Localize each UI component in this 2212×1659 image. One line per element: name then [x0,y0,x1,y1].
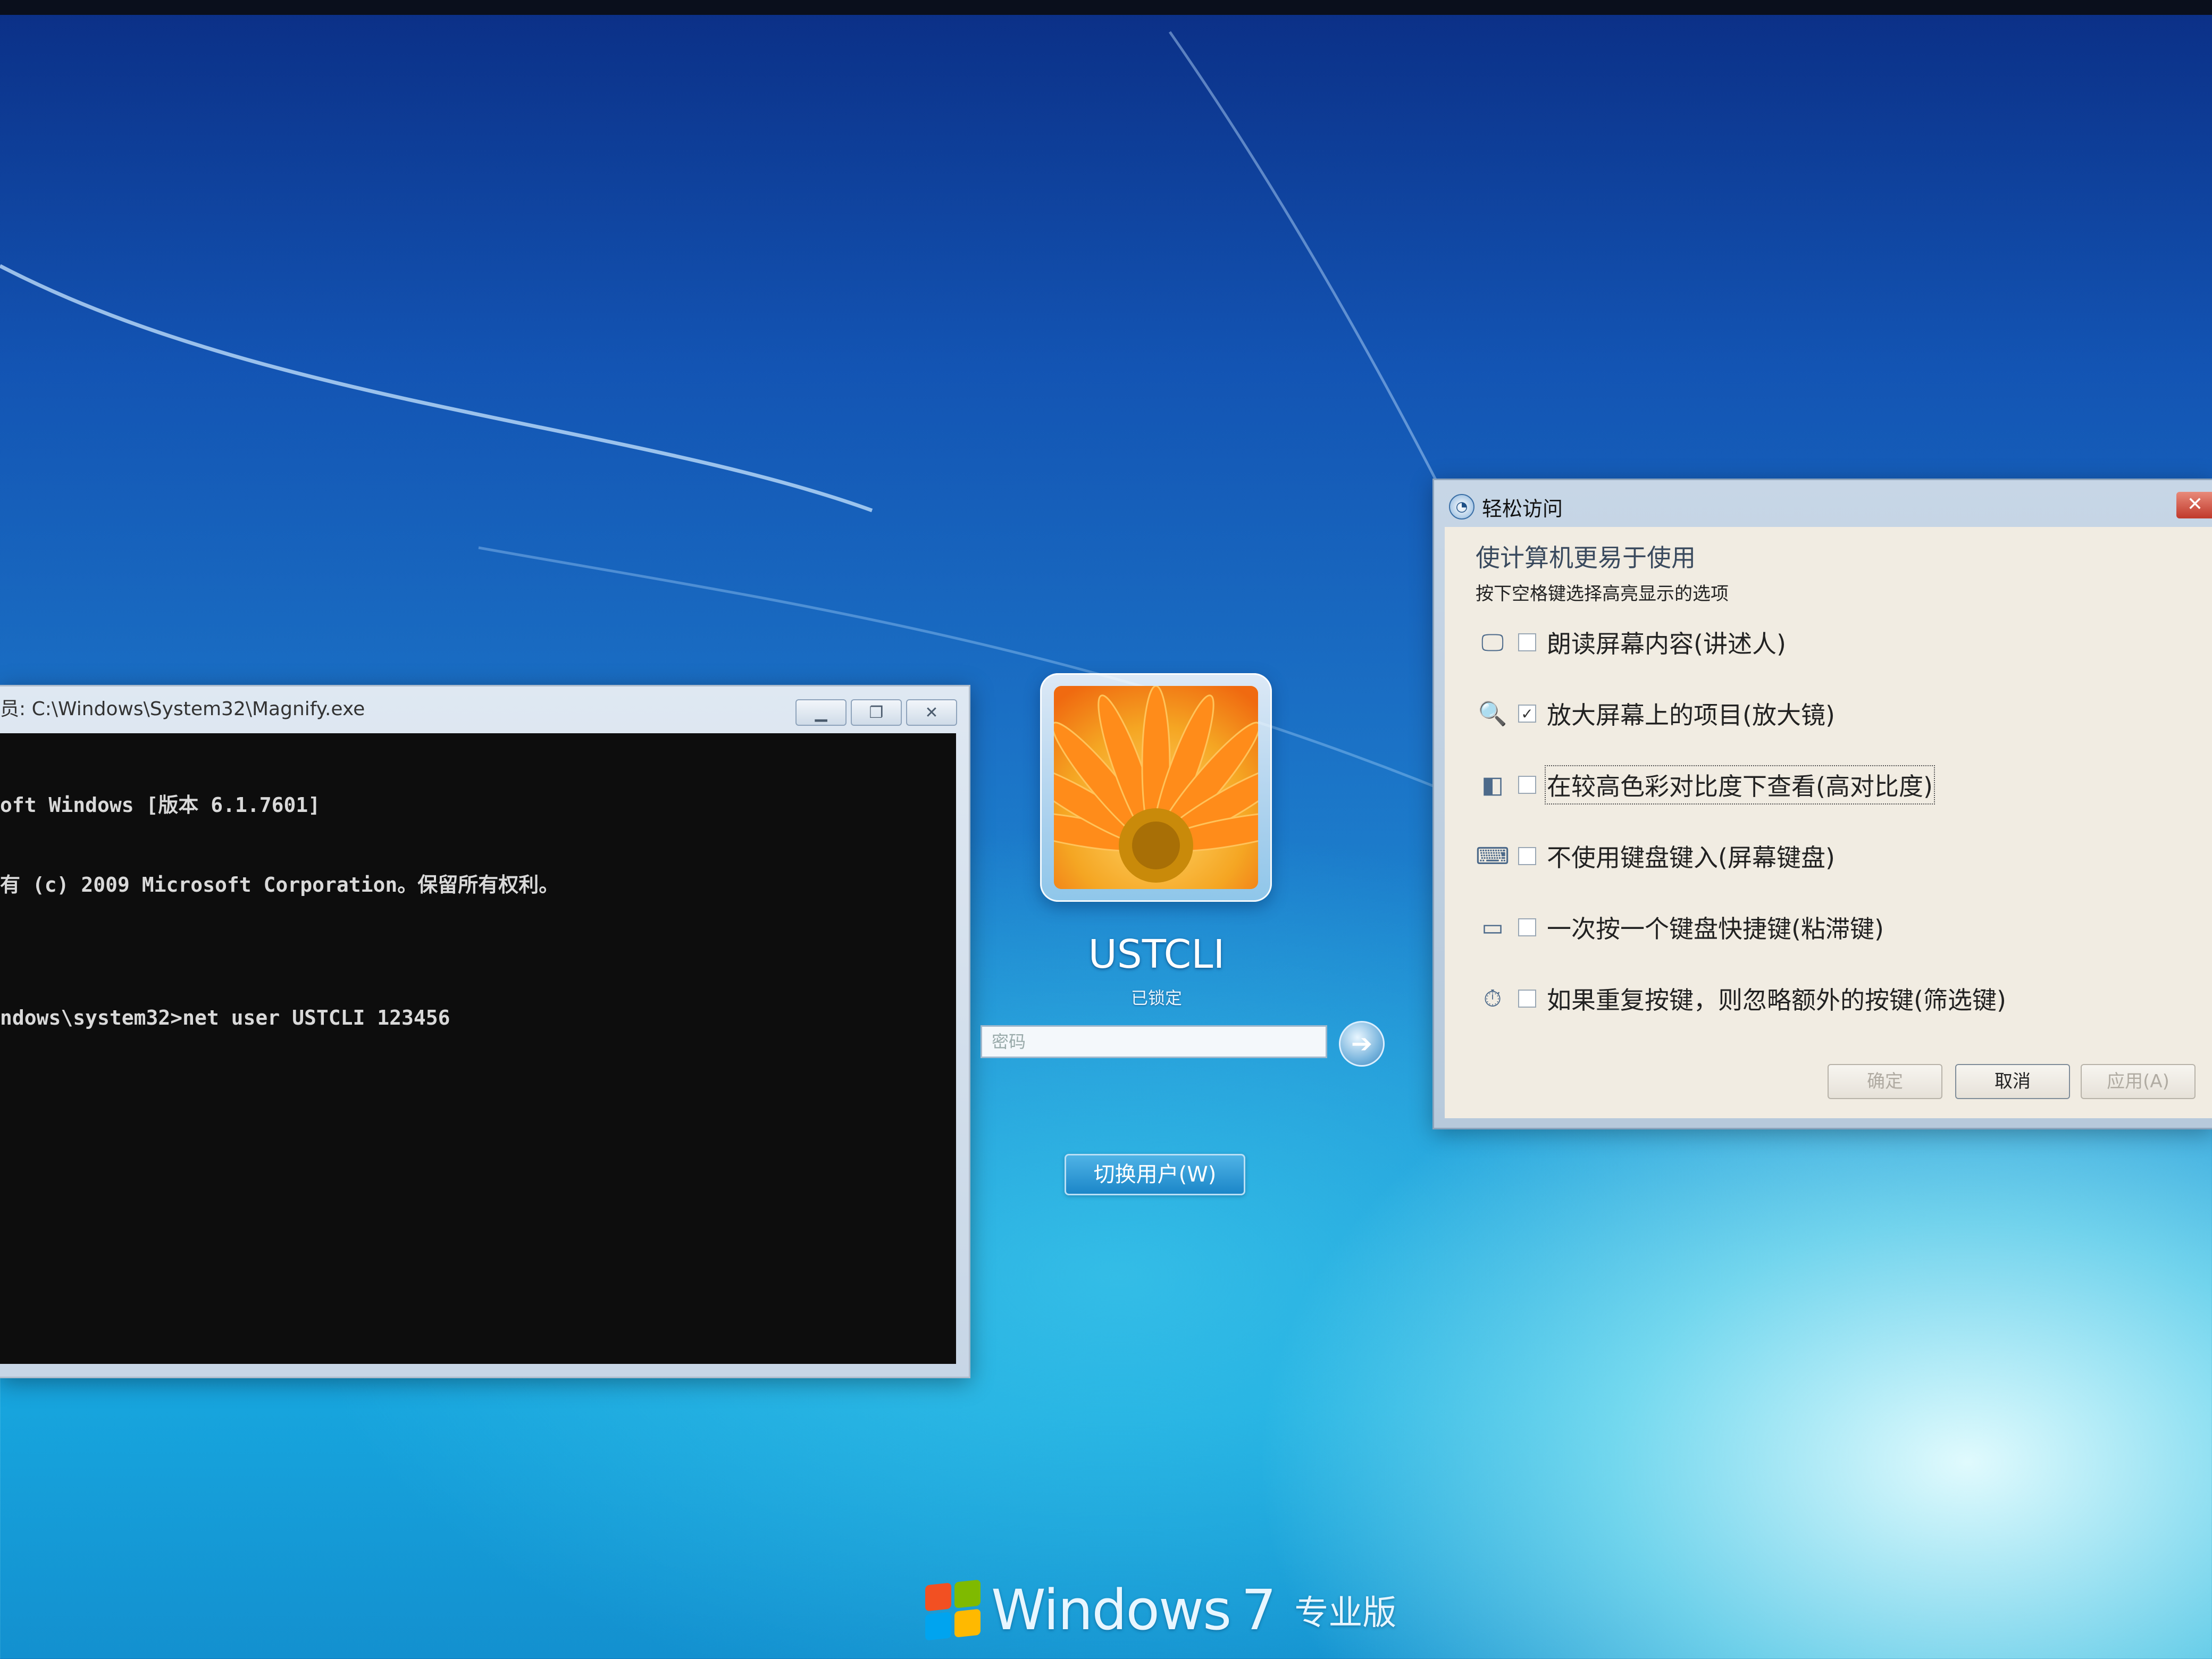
filter-keys-checkbox[interactable] [1518,990,1536,1008]
filter-keys-icon: ⏱ [1483,985,1502,1012]
dialog-close-button[interactable]: ✕ [2176,492,2212,518]
close-button[interactable]: ✕ [906,699,957,726]
windows-wordmark: Windows [991,1578,1231,1643]
password-field[interactable]: 密码 [981,1025,1327,1058]
windows-version: 7 [1241,1578,1276,1643]
apply-button[interactable]: 应用(A) [2081,1064,2196,1099]
user-avatar-flower [1054,686,1258,889]
option-label: 在较高色彩对比度下查看(高对比度) [1545,765,1935,805]
option-label: 朗读屏幕内容(讲述人) [1547,630,1786,658]
sticky-keys-checkbox[interactable] [1518,918,1536,936]
dialog-content [1445,527,2212,1118]
console-window: 员: C:\Windows\System32\Magnify.exe ▁ ❐ ✕… [0,685,970,1378]
switch-user-button[interactable]: 切换用户(W) [1065,1154,1245,1195]
option-on-screen-keyboard[interactable]: ⌨ 不使用键盘键入(屏幕键盘) [1474,832,1835,880]
console-line: 有 (c) 2009 Microsoft Corporation。保留所有权利。 [0,873,559,896]
high-contrast-checkbox[interactable] [1518,776,1536,794]
submit-arrow-button[interactable]: ➔ [1339,1021,1385,1067]
sticky-keys-icon: ▭ [1481,914,1504,941]
option-label: 不使用键盘键入(屏幕键盘) [1547,843,1835,872]
narrator-icon: 🖵 [1481,629,1504,656]
narrator-checkbox[interactable] [1518,633,1536,651]
on-screen-keyboard-icon: ⌨ [1476,842,1510,870]
restore-button[interactable]: ❐ [851,699,902,726]
dialog-titlebar: ◔ 轻松访问 [1449,490,1563,524]
windows-edition: 专业版 [1294,1594,1397,1633]
windows-branding: Windows 7 专业版 [925,1578,1397,1643]
flag-blue-pane [925,1612,951,1641]
option-filter-keys[interactable]: ⏱ 如果重复按键，则忽略额外的按键(筛选键) [1474,975,2006,1023]
option-narrator[interactable]: 🖵 朗读屏幕内容(讲述人) [1474,618,1786,666]
option-magnifier[interactable]: 🔍 ✓ 放大屏幕上的项目(放大镜) [1474,690,1835,738]
flower-image [1054,686,1258,889]
dialog-heading: 使计算机更易于使用 [1476,543,1696,572]
option-label: 一次按一个键盘快捷键(粘滞键) [1547,915,1884,943]
console-command-line: ndows\system32>net user USTCLI 123456 [0,1006,450,1029]
ease-of-access-icon: ◔ [1449,494,1474,520]
dialog-title: 轻松访问 [1482,497,1563,521]
magnifier-icon: 🔍 [1478,700,1507,727]
flag-green-pane [954,1579,981,1608]
option-label: 放大屏幕上的项目(放大镜) [1547,701,1835,730]
option-sticky-keys[interactable]: ▭ 一次按一个键盘快捷键(粘滞键) [1474,903,1884,951]
console-output[interactable]: oft Windows [版本 6.1.7601] 有 (c) 2009 Mic… [0,733,956,1364]
flag-red-pane [925,1582,951,1612]
high-contrast-icon: ◧ [1481,771,1504,799]
on-screen-keyboard-checkbox[interactable] [1518,847,1536,865]
minimize-button[interactable]: ▁ [795,699,847,726]
magnifier-checkbox[interactable]: ✓ [1518,705,1536,723]
account-status: 已锁定 [1130,988,1182,1008]
option-label: 如果重复按键，则忽略额外的按键(筛选键) [1547,986,2006,1015]
console-line: oft Windows [版本 6.1.7601] [0,793,321,817]
username-label: USTCLI [1088,932,1225,977]
dialog-subheading: 按下空格键选择高亮显示的选项 [1476,583,1729,605]
ok-button[interactable]: 确定 [1828,1064,1942,1099]
user-tile-frame [1040,673,1272,902]
ease-of-access-dialog: ◔ 轻松访问 ✕ 使计算机更易于使用 按下空格键选择高亮显示的选项 🖵 朗读屏幕… [1432,479,2212,1129]
windows-flag-logo [925,1579,981,1641]
flag-yellow-pane [954,1608,981,1638]
console-window-controls: ▁ ❐ ✕ [795,699,957,726]
arrow-right-icon: ➔ [1351,1029,1373,1059]
cancel-button[interactable]: 取消 [1955,1064,2070,1099]
option-high-contrast[interactable]: ◧ 在较高色彩对比度下查看(高对比度) [1474,761,1935,809]
